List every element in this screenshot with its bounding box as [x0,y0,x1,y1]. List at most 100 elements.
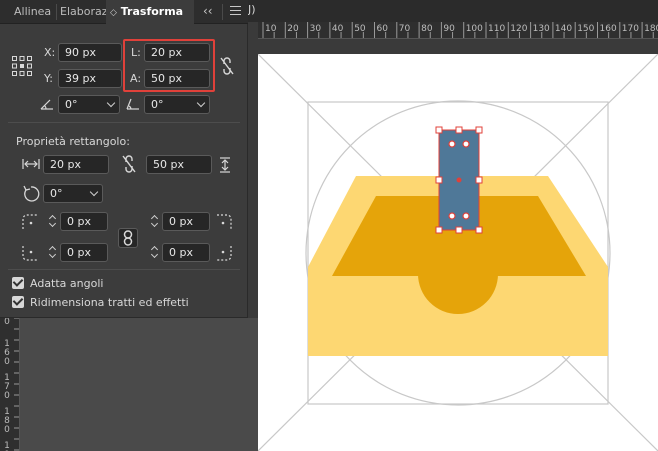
section-divider [8,122,240,123]
ruler-tick-label: 110 [488,24,506,34]
width-arrows-icon [22,159,40,169]
ruler-tick-label: 40 [331,24,344,34]
tab-separator [222,4,223,20]
ruler-tick-label: 180 [644,24,658,34]
rect-rotation-dropdown[interactable]: 0° [43,184,103,203]
handle-middle-right[interactable] [475,176,483,184]
transform-panel: Allinea Elaborazi ◇ Trasforma ‹‹ X: 90 p… [0,0,248,318]
rectangle-properties-title: Proprietà rettangolo: [16,135,130,148]
ruler-tick-label: 170 [621,24,639,34]
ruler-tick-label: 160 [4,339,10,367]
scale-strokes-label: Ridimensiona tratti ed effetti [30,296,189,309]
ruler-tick-label: 150 [577,24,595,34]
height-label: A: [130,72,142,85]
corner-top-right-icon [217,214,232,229]
vertical-ruler[interactable]: 0 160 170 180 190 [0,318,20,451]
artboard[interactable] [257,53,658,451]
scale-corners-label: Adatta angoli [30,277,104,290]
rotate-angle-icon [40,99,53,110]
ruler-tick-label: 20 [287,24,299,34]
corner-top-right-input[interactable]: 0 px [162,212,210,231]
x-label: X: [44,46,56,59]
ruler-tick-label: 80 [421,24,433,34]
x-input[interactable]: 90 px [58,43,122,62]
ruler-tick-label: 160 [599,24,617,34]
corner-top-left-icon [22,214,37,229]
panel-tab-bar: Allinea Elaborazi ◇ Trasforma ‹‹ [0,0,248,24]
corner-bottom-right-icon [217,246,232,261]
chevron-down-icon [106,98,116,108]
ruler-tick-label: 90 [443,24,455,34]
shear-angle-dropdown[interactable]: 0° [144,95,210,114]
ruler-tick-label: 190 [4,441,10,451]
handle-middle-left[interactable] [435,176,443,184]
section-divider [8,269,240,270]
corner-top-left-input[interactable]: 0 px [60,212,108,231]
reference-point-icon[interactable] [12,56,32,76]
height-input[interactable]: 50 px [144,69,210,88]
app-window: J) 10 20 30 40 50 60 70 80 90 100 110 120 130 140 150 1… [0,0,658,451]
tab-transform[interactable]: ◇ Trasforma [106,0,194,24]
rotate-icon [23,185,40,202]
ruler-tick-label: 60 [376,24,388,34]
hamburger-menu-icon[interactable] [230,6,241,16]
center-point [456,177,462,183]
chevron-down-icon [196,98,206,108]
rect-constrain-unlinked-icon[interactable] [122,155,136,173]
corner-widget-top-left[interactable] [448,140,456,148]
artwork-canvas [257,53,658,451]
ruler-tick-label: 0 [4,318,10,327]
handle-bottom-left[interactable] [435,226,443,234]
corner-top-right-stepper[interactable] [149,212,161,231]
ruler-tick-label: 70 [398,24,411,34]
tab-transform-label: Trasforma [120,5,184,18]
corner-top-left-stepper[interactable] [47,212,59,231]
ruler-tick-label: 170 [4,373,10,401]
ruler-tick-label: 100 [465,24,483,34]
rect-rotation-value: 0° [50,187,63,200]
scale-strokes-checkbox[interactable] [12,296,24,308]
handle-top-center[interactable] [455,126,463,134]
chevron-down-icon [89,187,99,197]
ruler-tick-label: 50 [354,24,366,34]
width-input[interactable]: 20 px [144,43,210,62]
corner-bottom-right-input[interactable]: 0 px [162,243,210,262]
handle-top-left[interactable] [435,126,443,134]
rect-width-input[interactable]: 20 px [43,155,109,174]
corner-widget-bottom-left[interactable] [448,212,456,220]
ruler-tick-label: 130 [532,24,550,34]
corner-widget-top-right[interactable] [462,140,470,148]
reference-point-center[interactable] [20,64,24,68]
ruler-tick-label: 30 [309,24,322,34]
corner-bottom-left-stepper[interactable] [47,243,59,262]
corner-widget-bottom-right[interactable] [462,212,470,220]
scale-corners-checkbox[interactable] [12,277,24,289]
link-corners-button[interactable] [118,228,138,248]
tab-align[interactable]: Allinea [8,0,56,24]
corner-bottom-left-input[interactable]: 0 px [60,243,108,262]
double-chevron-left-icon[interactable]: ‹‹ [203,4,213,18]
ruler-tick-label: 180 [4,407,10,435]
ruler-tick-label: 140 [554,24,573,34]
y-input[interactable]: 39 px [58,69,122,88]
rect-height-input[interactable]: 50 px [146,155,212,174]
chain-link-icon [123,230,133,246]
shear-angle-icon [126,98,139,110]
pasteboard [20,318,258,451]
constrain-proportions-unlinked-icon[interactable] [220,57,234,75]
height-arrows-icon [220,157,230,173]
rotate-angle-dropdown[interactable]: 0° [58,95,120,114]
handle-bottom-right[interactable] [475,226,483,234]
horizontal-ruler[interactable]: 10 20 30 40 50 60 70 80 90 100 110 120 130 140 150 160 1… [258,22,658,39]
tab-pathfinder[interactable]: Elaborazi [57,0,106,24]
corner-bottom-left-icon [22,246,37,261]
shear-angle-value: 0° [151,98,164,111]
corner-bottom-right-stepper[interactable] [149,243,161,262]
ruler-tick-label: 120 [510,24,528,34]
handle-top-right[interactable] [475,126,483,134]
y-label: Y: [44,72,53,85]
handle-bottom-center[interactable] [455,226,463,234]
width-label: L: [131,46,141,59]
tab-transform-arrows-icon: ◇ [110,8,117,18]
document-title[interactable]: J) [248,3,256,16]
